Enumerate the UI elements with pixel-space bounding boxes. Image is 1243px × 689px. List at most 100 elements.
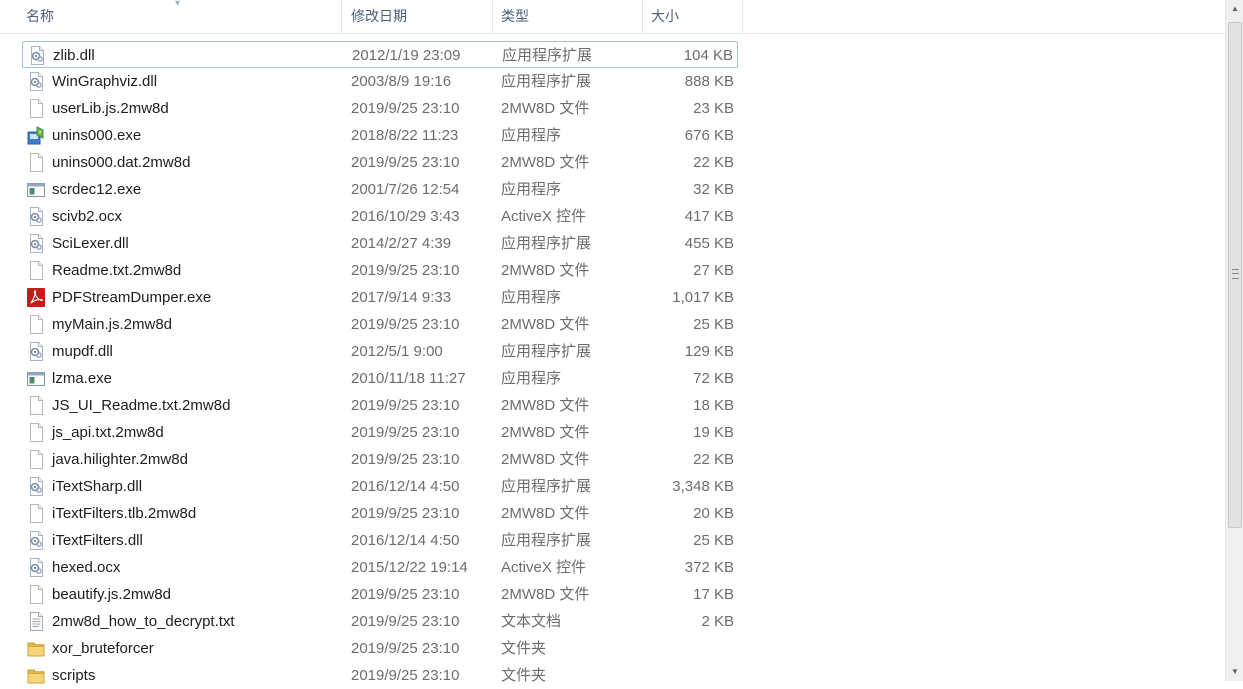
file-icon [27, 153, 45, 172]
file-row[interactable]: iTextSharp.dll 2016/12/14 4:50 应用程序扩展 3,348… [22, 473, 738, 500]
file-modified-date: 2016/12/14 4:50 [351, 478, 460, 495]
file-name: myMain.js.2mw8d [52, 316, 173, 333]
file-modified-date: 2019/9/25 23:10 [351, 451, 460, 468]
file-modified-date: 2015/12/22 19:14 [351, 559, 468, 576]
file-row[interactable]: SciLexer.dll 2014/2/27 4:39 应用程序扩展 455 KB [22, 230, 738, 257]
column-header-date[interactable]: 修改日期 [345, 0, 493, 33]
file-modified-date: 2012/1/19 23:09 [352, 47, 461, 64]
file-row[interactable]: JS_UI_Readme.txt.2mw8d 2019/9/25 23:10 2MW… [22, 392, 738, 419]
file-name: userLib.js.2mw8d [52, 100, 169, 117]
file-modified-date: 2019/9/25 23:10 [351, 262, 460, 279]
file-size: 372 KB [684, 559, 734, 576]
column-header-name[interactable]: 名称 [20, 0, 342, 33]
dll-icon [27, 558, 45, 577]
file-size: 129 KB [684, 343, 734, 360]
file-row[interactable]: zlib.dll 2012/1/19 23:09 应用程序扩展 104 KB [22, 41, 738, 68]
file-row[interactable]: scripts 2019/9/25 23:10 文件夹 [22, 662, 738, 689]
text-file-icon [27, 612, 45, 631]
file-type: 2MW8D 文件 [501, 100, 590, 117]
file-modified-date: 2019/9/25 23:10 [351, 586, 460, 603]
vertical-scrollbar[interactable]: ▲ ▼ [1225, 0, 1243, 681]
file-type: 2MW8D 文件 [501, 262, 590, 279]
file-name: iTextFilters.tlb.2mw8d [52, 505, 197, 522]
file-name: scripts [52, 667, 96, 684]
file-type: 2MW8D 文件 [501, 397, 590, 414]
dll-icon [27, 207, 45, 226]
file-name: scrdec12.exe [52, 181, 142, 198]
file-name: iTextFilters.dll [52, 532, 143, 549]
file-row[interactable]: xor_bruteforcer 2019/9/25 23:10 文件夹 [22, 635, 738, 662]
file-row[interactable]: lzma.exe 2010/11/18 11:27 应用程序 72 KB [22, 365, 738, 392]
dll-icon [27, 477, 45, 496]
file-modified-date: 2010/11/18 11:27 [351, 370, 466, 387]
file-icon [27, 315, 45, 334]
file-row[interactable]: WinGraphviz.dll 2003/8/9 19:16 应用程序扩展 888 K… [22, 68, 738, 95]
file-type: 2MW8D 文件 [501, 316, 590, 333]
file-row[interactable]: unins000.dat.2mw8d 2019/9/25 23:10 2MW8D 文… [22, 149, 738, 176]
file-row[interactable]: hexed.ocx 2015/12/22 19:14 ActiveX 控件 372 K… [22, 554, 738, 581]
file-size: 25 KB [693, 316, 734, 333]
file-name: beautify.js.2mw8d [52, 586, 171, 603]
scroll-down-icon[interactable]: ▼ [1226, 663, 1243, 681]
file-row[interactable]: beautify.js.2mw8d 2019/9/25 23:10 2MW8D 文件… [22, 581, 738, 608]
file-row[interactable]: 2mw8d_how_to_decrypt.txt 2019/9/25 23:10 文… [22, 608, 738, 635]
file-modified-date: 2019/9/25 23:10 [351, 505, 460, 522]
file-name: WinGraphviz.dll [52, 73, 158, 90]
file-row[interactable]: userLib.js.2mw8d 2019/9/25 23:10 2MW8D 文件 2… [22, 95, 738, 122]
file-modified-date: 2019/9/25 23:10 [351, 100, 460, 117]
column-header-type[interactable]: 类型 [495, 0, 643, 33]
file-size: 3,348 KB [672, 478, 734, 495]
pdf-icon [27, 288, 45, 307]
file-type: 应用程序扩展 [501, 235, 592, 252]
column-header-size[interactable]: 大小 [645, 0, 743, 33]
file-name: SciLexer.dll [52, 235, 129, 252]
file-type: 2MW8D 文件 [501, 586, 590, 603]
exe-icon [27, 180, 45, 199]
file-type: ActiveX 控件 [501, 559, 587, 576]
file-size: 22 KB [693, 154, 734, 171]
file-row[interactable]: iTextFilters.dll 2016/12/14 4:50 应用程序扩展 25 … [22, 527, 738, 554]
file-size: 25 KB [693, 532, 734, 549]
file-size: 72 KB [693, 370, 734, 387]
file-row[interactable]: PDFStreamDumper.exe 2017/9/14 9:33 应用程序 1,0… [22, 284, 738, 311]
scrollbar-thumb[interactable] [1228, 22, 1242, 528]
file-icon [27, 423, 45, 442]
file-size: 23 KB [693, 100, 734, 117]
file-row[interactable]: Readme.txt.2mw8d 2019/9/25 23:10 2MW8D 文件 2… [22, 257, 738, 284]
file-size: 18 KB [693, 397, 734, 414]
file-name: xor_bruteforcer [52, 640, 154, 657]
file-name: mupdf.dll [52, 343, 113, 360]
file-modified-date: 2019/9/25 23:10 [351, 424, 460, 441]
file-type: 2MW8D 文件 [501, 424, 590, 441]
dll-icon [28, 46, 46, 65]
file-modified-date: 2017/9/14 9:33 [351, 289, 452, 306]
file-row[interactable]: scivb2.ocx 2016/10/29 3:43 ActiveX 控件 417 K… [22, 203, 738, 230]
file-modified-date: 2019/9/25 23:10 [351, 154, 460, 171]
file-row[interactable]: unins000.exe 2018/8/22 11:23 应用程序 676 KB [22, 122, 738, 149]
file-name: js_api.txt.2mw8d [52, 424, 164, 441]
file-type: 应用程序扩展 [501, 73, 592, 90]
file-modified-date: 2001/7/26 12:54 [351, 181, 460, 198]
dll-icon [27, 72, 45, 91]
file-name: scivb2.ocx [52, 208, 123, 225]
file-row[interactable]: java.hilighter.2mw8d 2019/9/25 23:10 2MW8D… [22, 446, 738, 473]
file-modified-date: 2019/9/25 23:10 [351, 316, 460, 333]
scroll-up-icon[interactable]: ▲ [1226, 0, 1243, 18]
file-type: 2MW8D 文件 [501, 505, 590, 522]
file-row[interactable]: js_api.txt.2mw8d 2019/9/25 23:10 2MW8D 文件 1… [22, 419, 738, 446]
file-name: iTextSharp.dll [52, 478, 143, 495]
file-icon [27, 504, 45, 523]
file-name: unins000.exe [52, 127, 142, 144]
file-type: 文件夹 [501, 640, 547, 657]
file-size: 19 KB [693, 424, 734, 441]
file-row[interactable]: mupdf.dll 2012/5/1 9:00 应用程序扩展 129 KB [22, 338, 738, 365]
file-type: ActiveX 控件 [501, 208, 587, 225]
file-row[interactable]: iTextFilters.tlb.2mw8d 2019/9/25 23:10 2MW… [22, 500, 738, 527]
file-row[interactable]: scrdec12.exe 2001/7/26 12:54 应用程序 32 KB [22, 176, 738, 203]
dll-icon [27, 531, 45, 550]
file-modified-date: 2019/9/25 23:10 [351, 613, 460, 630]
file-type: 应用程序 [501, 127, 562, 144]
file-size: 417 KB [684, 208, 734, 225]
file-row[interactable]: myMain.js.2mw8d 2019/9/25 23:10 2MW8D 文件 25… [22, 311, 738, 338]
file-type: 文件夹 [501, 667, 547, 684]
